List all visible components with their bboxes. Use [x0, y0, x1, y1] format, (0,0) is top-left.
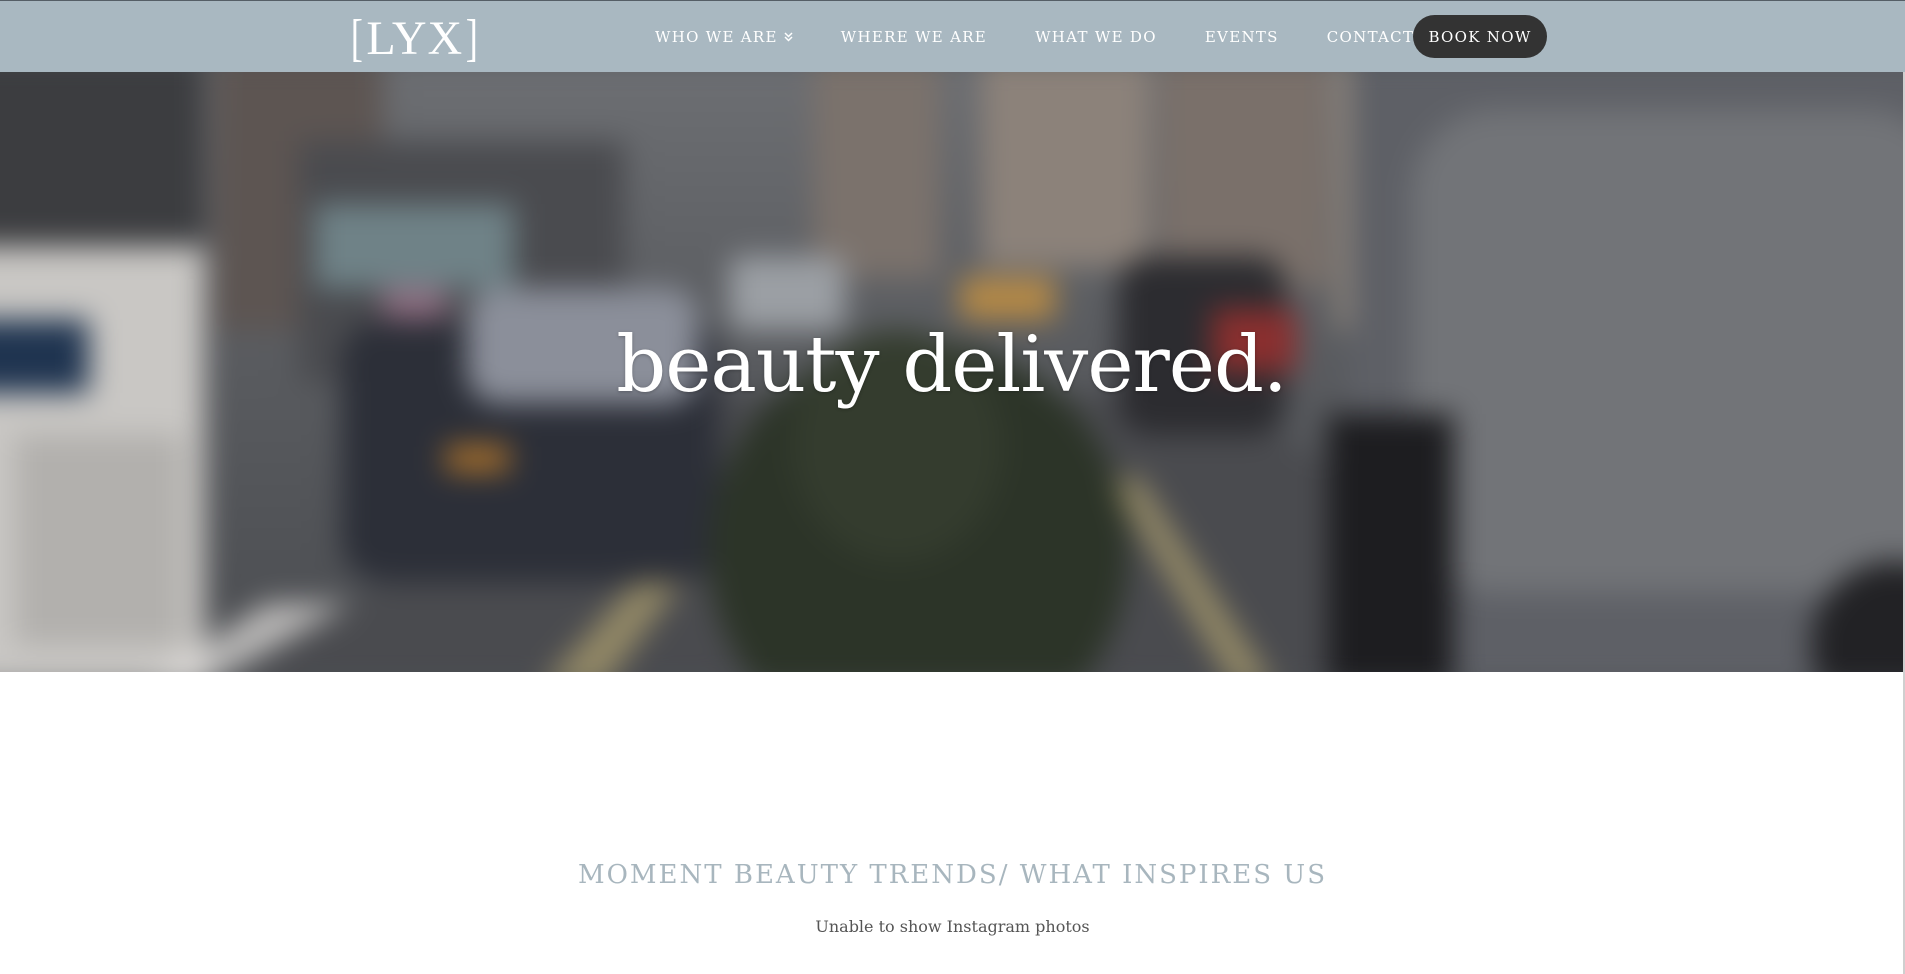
- nav-item-what-we-do[interactable]: WHAT WE DO: [1035, 28, 1157, 46]
- nav-item-who-we-are[interactable]: WHO WE ARE: [655, 28, 793, 46]
- main-nav: WHO WE ARE WHERE WE ARE WHAT WE DO EVENT…: [655, 15, 1477, 59]
- book-now-button[interactable]: BOOK NOW: [1413, 15, 1547, 58]
- nav-item-label: WHERE WE ARE: [840, 28, 988, 46]
- hero-title: beauty delivered.: [616, 320, 1287, 410]
- site-logo[interactable]: [ LYX ]: [348, 10, 482, 67]
- chevron-down-icon: [784, 32, 793, 42]
- nav-item-label: WHAT WE DO: [1035, 28, 1157, 46]
- nav-item-label: CONTACT: [1326, 28, 1415, 46]
- logo-text: LYX: [366, 12, 464, 65]
- nav-item-label: WHO WE ARE: [655, 28, 778, 46]
- instagram-error-message: Unable to show Instagram photos: [815, 917, 1090, 936]
- nav-item-label: EVENTS: [1204, 28, 1279, 46]
- nav-item-where-we-are[interactable]: WHERE WE ARE: [841, 28, 987, 46]
- hero-banner: beauty delivered.: [0, 72, 1903, 672]
- logo-right-bracket: ]: [465, 10, 479, 67]
- instagram-section-title: MOMENT BEAUTY TRENDS/ WHAT INSPIRES US: [577, 860, 1328, 890]
- site-header: [ LYX ] WHO WE ARE WHERE WE ARE WHAT WE …: [0, 0, 1905, 72]
- nav-item-events[interactable]: EVENTS: [1205, 28, 1279, 46]
- logo-left-bracket: [: [350, 10, 364, 67]
